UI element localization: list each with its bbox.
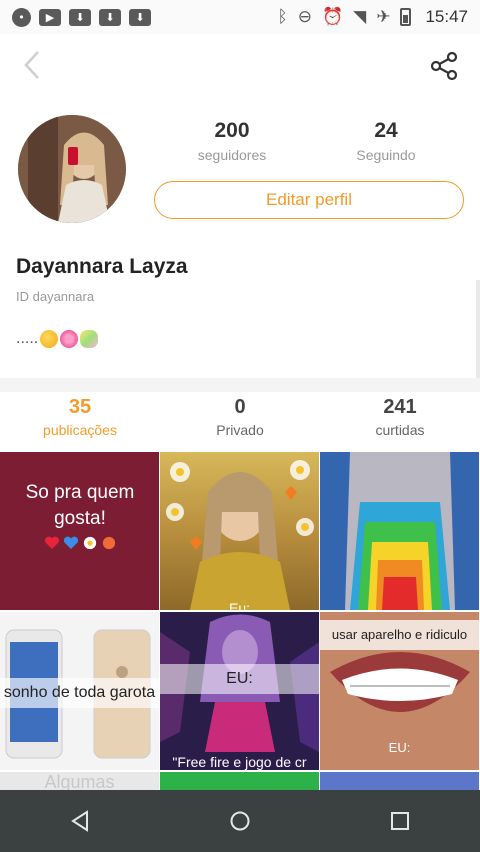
post-caption-text: So pra quem gosta! <box>25 482 135 529</box>
post-tile[interactable] <box>320 452 479 610</box>
section-divider <box>0 378 480 392</box>
chat-icon: • <box>12 7 31 27</box>
download-icon: ⬇ <box>69 8 91 26</box>
airplane-icon: ✈ <box>376 7 391 27</box>
clock: 15:47 <box>425 7 468 26</box>
system-icons: ᛒ ⊖ ⏰ ◥ ✈ 15:47 <box>278 7 469 27</box>
tab-likes-count: 241 <box>383 396 417 418</box>
tab-private-label: Privado <box>216 422 264 438</box>
blue-heart-icon <box>63 536 78 549</box>
profile-screen: • ▶ ⬇ ⬇ ⬇ ᛒ ⊖ ⏰ ◥ ✈ 15:47 200 seguidores… <box>0 0 480 852</box>
posts-grid: So pra quem gosta! Eu: sonho de toda gar… <box>0 452 480 790</box>
followers-count: 200 <box>214 119 250 142</box>
avatar-photo <box>18 115 126 223</box>
youtube-icon: ▶ <box>39 8 61 26</box>
following-label: Seguindo <box>356 147 416 163</box>
hot-face-icon <box>102 536 115 550</box>
scroll-edge <box>476 280 480 380</box>
heart-emojis <box>6 536 154 550</box>
post-bottom-caption: EU: <box>388 740 411 755</box>
post-tile[interactable] <box>320 772 479 790</box>
status-bar: • ▶ ⬇ ⬇ ⬇ ᛒ ⊖ ⏰ ◥ ✈ 15:47 <box>0 0 480 34</box>
chevron-left-icon <box>24 51 39 79</box>
post-tile[interactable]: So pra quem gosta! <box>0 452 159 610</box>
recents-square-icon <box>391 812 409 830</box>
post-tile[interactable] <box>160 772 319 790</box>
followers-stat[interactable]: 200 seguidores <box>172 119 292 163</box>
flower-icon <box>83 536 96 550</box>
share-icon <box>430 51 458 81</box>
tab-likes[interactable]: 241 curtidas <box>335 396 465 438</box>
edit-profile-button[interactable]: Editar perfil <box>154 181 464 219</box>
post-tile[interactable]: Eu: <box>160 452 319 610</box>
tab-publications-label: publicações <box>43 422 117 438</box>
profile-bio: ..... <box>16 330 99 348</box>
post-caption: usar aparelho e ridiculo <box>320 620 479 650</box>
system-navigation-bar <box>0 790 480 852</box>
download-icon: ⬇ <box>129 8 151 26</box>
post-bottom-caption: "Free fire e jogo de cr <box>172 754 307 770</box>
post-caption: Algumas <box>44 772 115 790</box>
post-caption: So pra quem gosta! <box>6 480 154 550</box>
post-tile[interactable]: Algumas <box>0 772 159 790</box>
tab-private[interactable]: 0 Privado <box>175 396 305 438</box>
back-triangle-icon <box>71 810 88 832</box>
nav-home-button[interactable] <box>220 801 260 841</box>
share-button[interactable] <box>428 50 464 82</box>
post-image <box>320 452 479 610</box>
nav-recents-button[interactable] <box>380 801 420 841</box>
profile-name: Dayannara Layza <box>16 255 188 278</box>
sleepy-face-emoji <box>40 330 59 348</box>
tab-publications-count: 35 <box>68 396 92 418</box>
wifi-icon: ◥ <box>353 7 367 27</box>
nav-back-button[interactable] <box>60 801 100 841</box>
tab-publications[interactable]: 35 publicações <box>15 396 145 438</box>
alarm-icon: ⏰ <box>321 7 344 27</box>
avatar[interactable] <box>18 115 126 223</box>
post-caption: EU: <box>160 664 319 694</box>
home-circle-icon <box>230 811 250 831</box>
notification-icons: • ▶ ⬇ ⬇ ⬇ <box>12 7 151 27</box>
candy-emoji <box>80 330 99 348</box>
tab-likes-label: curtidas <box>375 422 425 438</box>
bio-text: ..... <box>16 330 39 347</box>
post-tile[interactable]: EU: "Free fire e jogo de cr <box>160 612 319 770</box>
post-caption: sonho de toda garota <box>0 678 159 708</box>
bluetooth-icon: ᛒ <box>277 7 288 27</box>
following-stat[interactable]: 24 Seguindo <box>326 119 446 163</box>
profile-id: ID dayannara <box>16 289 95 304</box>
post-caption: Eu: <box>228 600 250 610</box>
lollipop-emoji <box>60 330 79 348</box>
followers-label: seguidores <box>197 147 267 163</box>
battery-icon <box>400 8 412 26</box>
red-heart-icon <box>44 536 59 549</box>
back-button[interactable] <box>18 48 52 82</box>
post-image <box>166 460 314 610</box>
post-tile[interactable]: usar aparelho e ridiculo EU: <box>320 612 479 770</box>
do-not-disturb-icon: ⊖ <box>297 7 312 27</box>
tab-private-count: 0 <box>234 396 246 418</box>
following-count: 24 <box>374 119 398 142</box>
download-icon: ⬇ <box>99 8 121 26</box>
post-tile[interactable]: sonho de toda garota <box>0 612 159 770</box>
